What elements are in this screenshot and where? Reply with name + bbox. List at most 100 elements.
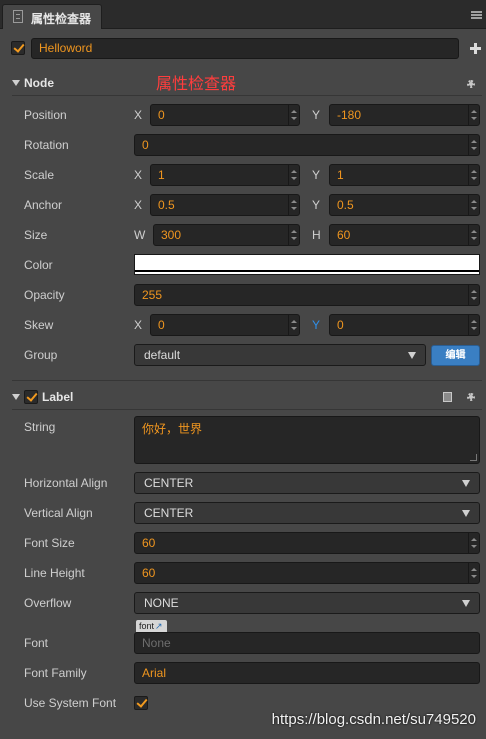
watermark-text: https://blog.csdn.net/su749520 bbox=[271, 711, 476, 728]
opacity-value: 255 bbox=[142, 288, 163, 302]
horizontal-align-label: Horizontal Align bbox=[24, 476, 108, 490]
stepper-icon[interactable] bbox=[468, 105, 478, 125]
stepper-icon[interactable] bbox=[288, 165, 298, 185]
help-book-icon[interactable] bbox=[443, 392, 452, 402]
label-enabled-checkbox[interactable] bbox=[24, 390, 38, 404]
overlay-caption: 属性检查器 bbox=[156, 76, 237, 93]
line-height-value: 60 bbox=[142, 566, 156, 580]
stepper-icon[interactable] bbox=[468, 165, 478, 185]
position-y-label: Y bbox=[312, 108, 321, 122]
stepper-icon[interactable] bbox=[468, 195, 478, 215]
divider bbox=[12, 380, 482, 381]
anchor-y-value: 0.5 bbox=[337, 198, 354, 212]
skew-y-label: Y bbox=[312, 318, 321, 332]
stepper-icon[interactable] bbox=[288, 225, 298, 245]
add-component-icon[interactable] bbox=[470, 43, 481, 54]
scale-label: Scale bbox=[24, 168, 55, 182]
font-family-label: Font Family bbox=[24, 666, 87, 680]
anchor-y-input[interactable]: 0.5 bbox=[329, 194, 480, 216]
skew-x-label: X bbox=[134, 318, 143, 332]
rotation-input[interactable]: 0 bbox=[134, 134, 480, 156]
rotation-value: 0 bbox=[142, 138, 149, 152]
size-w-input[interactable]: 300 bbox=[153, 224, 300, 246]
inspector-icon bbox=[13, 10, 23, 23]
group-edit-button[interactable]: 编辑 bbox=[431, 345, 480, 366]
position-y-input[interactable]: -180 bbox=[329, 104, 480, 126]
position-x-value: 0 bbox=[158, 108, 165, 122]
scale-x-value: 1 bbox=[158, 168, 165, 182]
anchor-x-value: 0.5 bbox=[158, 198, 175, 212]
anchor-x-input[interactable]: 0.5 bbox=[150, 194, 300, 216]
font-asset-field[interactable]: None bbox=[134, 632, 480, 654]
chevron-down-icon bbox=[462, 480, 470, 487]
stepper-icon[interactable] bbox=[468, 135, 478, 155]
skew-x-input[interactable]: 0 bbox=[150, 314, 300, 336]
size-h-value: 60 bbox=[337, 228, 351, 242]
position-x-input[interactable]: 0 bbox=[150, 104, 300, 126]
divider bbox=[12, 95, 482, 96]
stepper-icon[interactable] bbox=[288, 195, 298, 215]
overflow-select[interactable]: NONE bbox=[134, 592, 480, 614]
node-active-checkbox[interactable] bbox=[11, 41, 25, 55]
anchor-y-label: Y bbox=[312, 198, 321, 212]
position-y-value: -180 bbox=[337, 108, 362, 122]
vertical-align-value: CENTER bbox=[144, 506, 194, 520]
label-collapse-icon[interactable] bbox=[12, 394, 20, 400]
overflow-label: Overflow bbox=[24, 596, 72, 610]
anchor-label: Anchor bbox=[24, 198, 63, 212]
string-value: 你好，世界 bbox=[142, 422, 203, 436]
label-settings-icon[interactable] bbox=[465, 391, 477, 403]
stepper-icon[interactable] bbox=[468, 533, 478, 553]
use-system-font-checkbox[interactable] bbox=[134, 696, 148, 710]
group-label: Group bbox=[24, 348, 58, 362]
font-family-value: Arial bbox=[142, 666, 167, 680]
stepper-icon[interactable] bbox=[288, 315, 298, 335]
opacity-input[interactable]: 255 bbox=[134, 284, 480, 306]
external-link-icon[interactable]: ↗ bbox=[155, 621, 163, 631]
size-h-input[interactable]: 60 bbox=[329, 224, 480, 246]
stepper-icon[interactable] bbox=[468, 285, 478, 305]
horizontal-align-value: CENTER bbox=[144, 476, 194, 490]
stepper-icon[interactable] bbox=[288, 105, 298, 125]
scale-x-input[interactable]: 1 bbox=[150, 164, 300, 186]
font-tag-label: font bbox=[139, 621, 155, 631]
node-settings-icon[interactable] bbox=[465, 78, 477, 90]
chevron-down-icon bbox=[408, 352, 416, 359]
stepper-icon[interactable] bbox=[468, 225, 478, 245]
font-size-input[interactable]: 60 bbox=[134, 532, 480, 554]
stepper-icon[interactable] bbox=[468, 315, 478, 335]
node-name-input[interactable]: Helloword bbox=[31, 38, 459, 59]
scale-y-label: Y bbox=[312, 168, 321, 182]
font-size-value: 60 bbox=[142, 536, 156, 550]
size-label: Size bbox=[24, 228, 48, 242]
size-h-label: H bbox=[312, 228, 321, 242]
scale-y-value: 1 bbox=[337, 168, 344, 182]
use-system-font-label: Use System Font bbox=[24, 696, 117, 710]
font-family-input[interactable]: Arial bbox=[134, 662, 480, 684]
skew-y-input[interactable]: 0 bbox=[329, 314, 480, 336]
node-collapse-icon[interactable] bbox=[12, 80, 20, 86]
group-select[interactable]: default bbox=[134, 344, 426, 366]
line-height-input[interactable]: 60 bbox=[134, 562, 480, 584]
size-w-value: 300 bbox=[161, 228, 182, 242]
string-label: String bbox=[24, 420, 56, 434]
skew-label: Skew bbox=[24, 318, 54, 332]
resize-handle-icon[interactable] bbox=[470, 454, 477, 461]
vertical-align-select[interactable]: CENTER bbox=[134, 502, 480, 524]
font-size-label: Font Size bbox=[24, 536, 75, 550]
tab-inspector[interactable]: 属性检查器 bbox=[2, 4, 102, 29]
skew-x-value: 0 bbox=[158, 318, 165, 332]
vertical-align-label: Vertical Align bbox=[24, 506, 93, 520]
divider bbox=[12, 409, 482, 410]
scale-x-label: X bbox=[134, 168, 143, 182]
color-swatch[interactable] bbox=[134, 254, 480, 275]
panel-menu-icon[interactable] bbox=[471, 11, 482, 19]
position-label: Position bbox=[24, 108, 67, 122]
font-asset-tag: font↗ bbox=[136, 620, 167, 632]
scale-y-input[interactable]: 1 bbox=[329, 164, 480, 186]
font-label: Font bbox=[24, 636, 49, 650]
stepper-icon[interactable] bbox=[468, 563, 478, 583]
horizontal-align-select[interactable]: CENTER bbox=[134, 472, 480, 494]
string-textarea[interactable]: 你好，世界 bbox=[134, 416, 480, 464]
rotation-label: Rotation bbox=[24, 138, 69, 152]
